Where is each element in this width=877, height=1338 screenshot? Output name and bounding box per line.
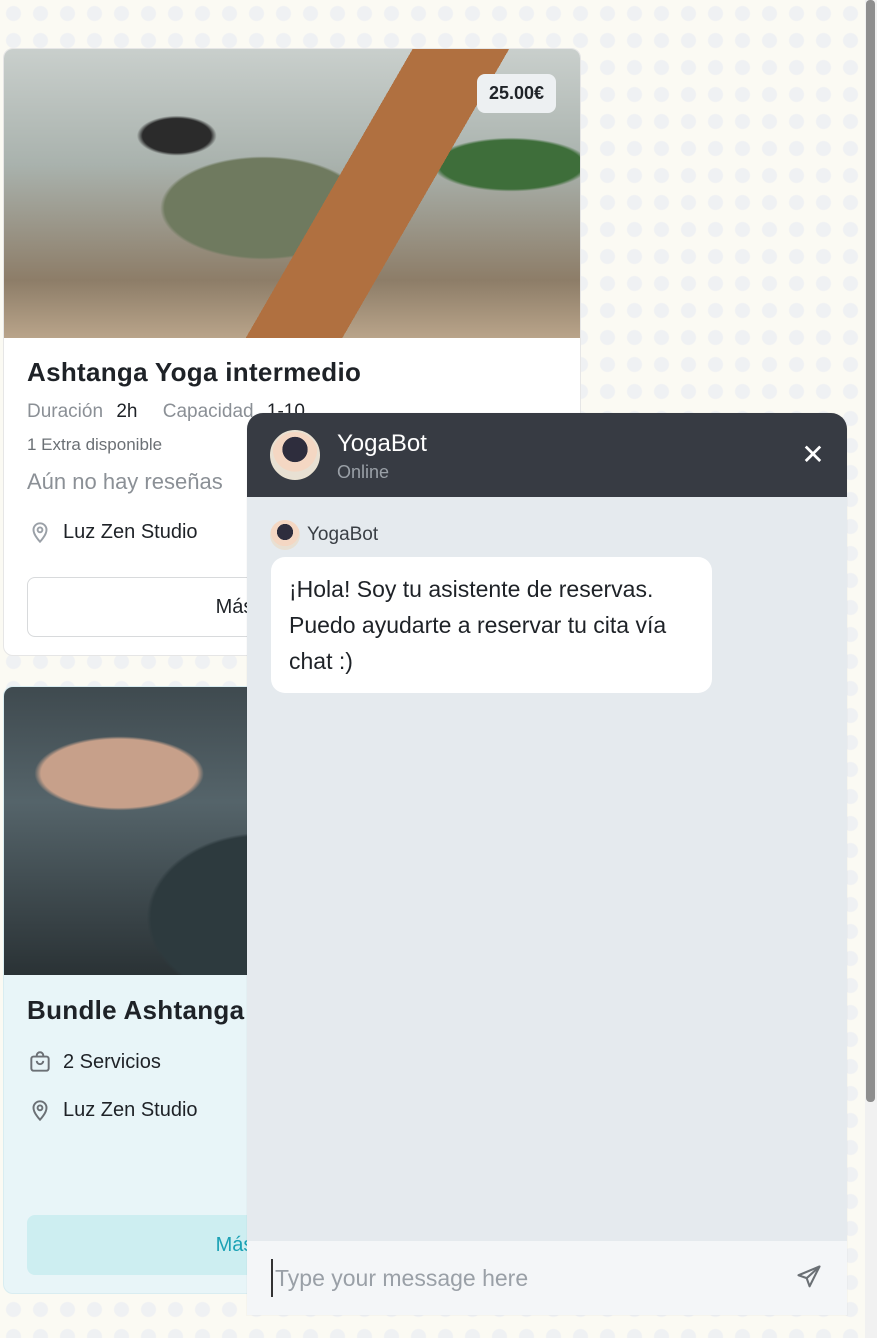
scrollbar-thumb[interactable]: [866, 0, 875, 1102]
duration-label: Duración: [27, 401, 104, 422]
message-composer: [247, 1241, 847, 1315]
bot-avatar: [270, 430, 320, 480]
shopping-bag-icon: [30, 1051, 50, 1072]
chat-message: ¡Hola! Soy tu asistente de reservas. Pue…: [271, 557, 712, 693]
message-sender: YogaBot: [307, 524, 379, 545]
location-row: Luz Zen Studio: [27, 1097, 198, 1123]
bot-name: YogaBot: [337, 430, 427, 457]
reviews-text: Aún no hay reseñas: [27, 469, 223, 494]
page-scrollbar[interactable]: [865, 0, 877, 1338]
send-icon[interactable]: [795, 1263, 823, 1291]
service-title: Ashtanga Yoga intermedio: [27, 357, 362, 387]
map-pin-icon: [32, 1100, 48, 1122]
services-count: 2 Servicios: [63, 1050, 161, 1073]
location-name: Luz Zen Studio: [63, 520, 198, 543]
service-image: 25.00€: [4, 49, 580, 338]
location-row: Luz Zen Studio: [27, 519, 198, 545]
map-pin-icon: [32, 522, 48, 544]
message-input[interactable]: [271, 1259, 771, 1297]
services-row: 2 Servicios: [27, 1049, 161, 1075]
chat-widget: YogaBot Online ✕ YogaBot ¡Hola! Soy tu a…: [247, 413, 847, 1315]
capacity-label: Capacidad: [162, 401, 254, 422]
location-name: Luz Zen Studio: [63, 1098, 198, 1121]
sender-avatar: [270, 520, 300, 550]
close-icon[interactable]: ✕: [801, 441, 825, 469]
price-badge: 25.00€: [476, 74, 556, 113]
extras-available: 1 Extra disponible: [27, 435, 163, 454]
chat-header: YogaBot Online ✕: [247, 413, 847, 497]
bot-status: Online: [337, 462, 390, 482]
bundle-title: Bundle Ashtanga: [27, 995, 245, 1025]
duration-value: 2h: [116, 401, 138, 422]
